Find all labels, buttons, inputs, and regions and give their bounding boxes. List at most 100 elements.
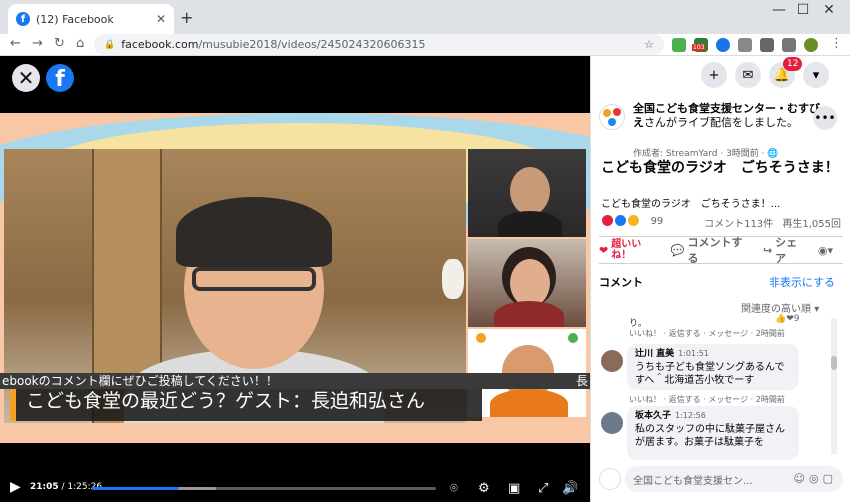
account-menu-chevron-icon[interactable]: ▾ [803,62,829,88]
composer-icons[interactable]: ☺◎▢ [794,472,837,485]
comment-text: うちも子ども食堂ソングあるんですへ＾北海道苫小牧でーす [635,362,785,386]
puzzle-extensions-icon[interactable] [760,38,774,52]
more-options-button[interactable]: ••• [813,106,837,130]
facebook-logo[interactable]: f [46,64,74,92]
ticker-text: ebookのコメント欄にぜひご投稿してください！！ [2,374,278,388]
tab-title: (12) Facebook [36,12,114,26]
page-avatar[interactable] [599,104,625,130]
share-label: シェア [775,236,798,265]
profile-avatar[interactable] [804,38,818,52]
messenger-icon[interactable]: ✉ [735,62,761,88]
dropbox-extension-icon[interactable] [738,38,752,52]
scrollbar-thumb[interactable] [831,356,837,370]
list-item: 辻川 直美 1:01:51 うちも子ども食堂ソングあるんですへ＾北海道苫小牧でーす [599,344,831,400]
comment-timestamp[interactable]: 1:12:56 [675,411,706,420]
captions-icon[interactable]: ⌾ [450,481,458,496]
reload-icon[interactable]: ↻ [54,36,65,51]
notification-badge: 12 [783,57,803,71]
comment-placeholder: 全国こども食堂支援セン... [633,476,753,487]
volume-icon[interactable]: 🔊 [562,481,578,496]
chrome-menu-icon[interactable]: ⋮ [830,36,843,51]
comment-bubble: 坂本久子 1:12:56 私のスタッフの中に駄菓子屋さんが居ます。お菓子は駄菓子を [627,406,799,460]
home-icon[interactable]: ⌂ [76,36,84,51]
commenter-name[interactable]: 辻川 直美 [635,349,674,359]
comment-text: 私のスタッフの中に駄菓子屋さんが居ます。お菓子は駄菓子を [635,424,785,448]
page-avatar-icon: ◉▾ [817,243,833,257]
facebook-favicon-icon: f [16,12,30,26]
close-video-button[interactable]: ✕ [12,64,40,92]
author-suffix: さんがライブ配信をしました。 [644,116,798,129]
media-icon[interactable] [782,38,796,52]
url-host: facebook.com [121,38,199,51]
comment-list: り。 👍❤9 いいね！ · 返信する · メッセージ · 2時間前 辻川 直美 1… [599,314,831,460]
comment-meta: いいね！ · 返信する · メッセージ · 2時間前 [629,395,785,404]
bookmark-star-icon[interactable]: ☆ [644,38,654,51]
post-author: 全国こども食堂支援センター・むすびえさんがライブ配信をしました。 [633,102,827,130]
guest-camera-feed [468,149,586,237]
video-player[interactable]: ✕ f こども食堂の最近どう？ゲスト：長迫和弘さん ebookのコメント欄にぜひ… [0,56,590,502]
comment-reactions: 👍❤9 [775,314,800,324]
fullscreen-icon[interactable]: ⤢ [538,481,548,496]
lock-icon: 🔒 [104,39,116,50]
hide-comments-link[interactable]: 非表示にする [769,274,835,290]
tab-close-icon[interactable]: ✕ [156,12,166,26]
progress-bar[interactable] [92,487,436,490]
evernote-extension-icon[interactable] [672,38,686,52]
like-button[interactable]: ❤ 超いいね！ [599,239,661,261]
page-avatar [599,468,621,490]
time-current: 21:05 [30,482,59,492]
address-bar[interactable]: 🔒 facebook.com /musubie2018/videos/24502… [94,34,664,55]
create-button[interactable]: + [701,62,727,88]
comment-label: コメントする [687,236,743,265]
ticker-banner: ebookのコメント欄にぜひご投稿してください！！ 長 [0,373,590,389]
player-controls: ▶ 21:05 / 1:25:26 ⌾ ⚙ ▣ ⤢ 🔊 [0,477,590,501]
progress-fill [92,487,178,490]
plush-toy [442,259,464,299]
comment-count[interactable]: コメント113件 [704,219,773,230]
comment-timestamp[interactable]: 1:01:51 [678,349,709,358]
browser-tab[interactable]: f (12) Facebook ✕ [8,4,174,34]
list-item: 坂本久子 1:12:56 私のスタッフの中に駄菓子屋さんが居ます。お菓子は駄菓子を [599,406,831,460]
like-reaction-icon [614,214,628,227]
reaction-count: 99 [650,215,664,227]
like-label: 超いいね！ [611,239,642,261]
back-icon[interactable]: ← [10,36,21,51]
comment-sort-dropdown[interactable]: 関連度の高い順 ▾ [741,300,819,315]
post-meta: 作成者: StreamYard · 3時間前 · 🌐 [633,149,779,159]
avatar[interactable] [601,350,623,372]
settings-gear-icon[interactable]: ⚙ [478,481,490,496]
reaction-summary[interactable]: 99 コメント113件 再生1,055回 [601,214,841,230]
play-icon[interactable]: ▶ [10,479,21,495]
browser-toolbar: ← → ↻ ⌂ 🔒 facebook.com /musubie2018/vide… [0,34,850,56]
extension-icon[interactable] [716,38,730,52]
comment-meta: いいね！ · 返信する · メッセージ · 2時間前 [629,329,785,338]
browser-tabbar: f (12) Facebook ✕ + — ☐ ✕ [0,0,850,34]
avatar[interactable] [601,412,623,434]
stream-stage: こども食堂の最近どう？ゲスト：長迫和弘さん [0,113,590,443]
comments-scrollbar[interactable] [831,318,837,454]
extension-badge: 103 [692,44,706,51]
video-title: こども食堂のラジオ ごちそうさま！ [601,160,839,176]
care-reaction-icon [627,214,641,227]
post-actions: ❤ 超いいね！ 💬 コメントする ↪ シェア ◉▾ [599,234,843,266]
comment-icon: 💬 [670,243,685,257]
facebook-topnav: + ✉ 🔔 12 ▾ [591,56,850,94]
share-icon: ↪ [762,243,773,257]
share-button[interactable]: ↪ シェア [763,234,808,266]
comment-bubble: 辻川 直美 1:01:51 うちも子ども食堂ソングあるんですへ＾北海道苫小牧でーす [627,344,799,390]
post-sidebar: + ✉ 🔔 12 ▾ 全国こども食堂支援センター・むすびえさんがライブ配信をしま… [590,56,850,502]
love-reaction-icon: ❤ [599,243,609,257]
list-item: り。 👍❤9 いいね！ · 返信する · メッセージ · 2時間前 [599,314,831,338]
forward-icon[interactable]: → [32,36,43,51]
ticker-text-right: 長 [575,374,588,388]
new-tab-button[interactable]: + [180,8,193,27]
audience-selector[interactable]: ◉▾ [818,244,833,257]
comment-button[interactable]: 💬 コメントする [671,234,753,266]
view-count: 再生1,055回 [782,219,841,230]
video-description: こども食堂のラジオ ごちそうさま！... [601,199,781,210]
commenter-name[interactable]: 坂本久子 [635,411,671,421]
comment-composer: 全国こども食堂支援セン... ☺◎▢ [599,464,843,494]
window-close-button[interactable]: ✕ [806,2,850,18]
mini-player-icon[interactable]: ▣ [508,481,520,496]
love-reaction-icon [601,214,614,227]
